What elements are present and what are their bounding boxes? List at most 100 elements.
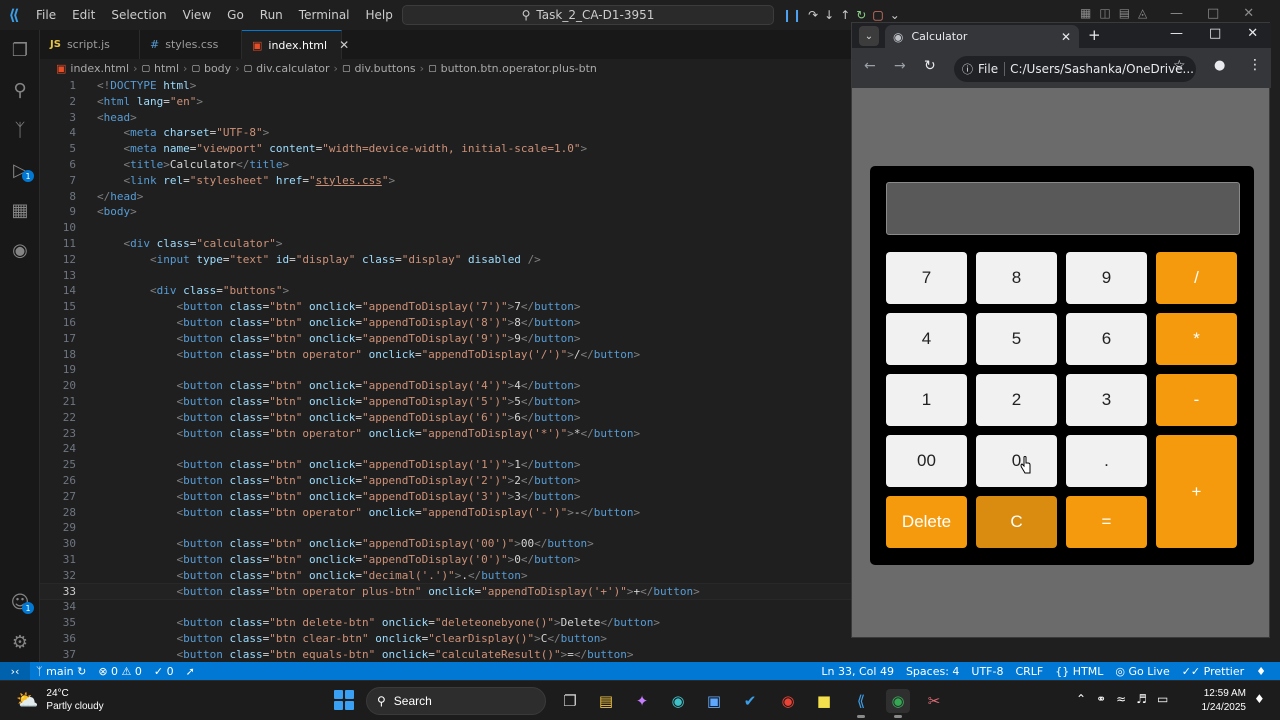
task-view-icon[interactable]: ❐ [558,689,582,713]
btn-00[interactable]: 00 [886,435,967,487]
toggle-secondary-sidebar-icon[interactable]: ◬ [1138,6,1147,20]
btn-clear[interactable]: C [976,496,1057,548]
microphone-icon[interactable]: ⚭ [1096,692,1106,706]
code-line[interactable]: 36 <button class="btn clear-btn" onclick… [40,631,852,647]
step-out-icon[interactable]: ↑ [840,8,850,22]
btn-6[interactable]: 6 [1066,313,1147,365]
code-line[interactable]: 30 <button class="btn" onclick="appendTo… [40,536,852,552]
sticky-notes-icon[interactable]: ■ [812,689,836,713]
code-line[interactable]: 22 <button class="btn" onclick="appendTo… [40,410,852,426]
taskbar-search[interactable]: ⚲ Search [366,687,546,715]
weather-widget[interactable]: ⛅ 24°C Partly cloudy [16,687,104,713]
code-editor[interactable]: 1 <!DOCTYPE html> 2 <html lang="en"> 3 <head>… [40,78,852,662]
code-line[interactable]: 9 <body> [40,204,852,220]
code-line[interactable]: 26 <button class="btn" onclick="appendTo… [40,473,852,489]
code-line[interactable]: 8 </head> [40,189,852,205]
btn-5[interactable]: 5 [976,313,1057,365]
language-mode[interactable]: {} HTML [1049,665,1109,678]
code-line[interactable]: 25 <button class="btn" onclick="appendTo… [40,457,852,473]
explorer-icon[interactable]: ❐ [0,30,40,70]
btn-8[interactable]: 8 [976,252,1057,304]
toggle-sidebar-icon[interactable]: ◫ [1099,6,1110,20]
extensions-icon[interactable]: ▦ [0,190,40,230]
todo-icon[interactable]: ✔ [738,689,762,713]
code-line[interactable]: 19 [40,362,852,378]
step-over-icon[interactable]: ↷ [808,8,818,22]
windows-start-icon[interactable] [334,690,354,710]
breadcrumb-item[interactable]: index.html [70,62,129,75]
code-line[interactable]: 27 <button class="btn" onclick="appendTo… [40,489,852,505]
code-line[interactable]: 5 <meta name="viewport" content="width=d… [40,141,852,157]
code-line[interactable]: 15 <button class="btn" onclick="appendTo… [40,299,852,315]
breadcrumb-item[interactable]: button.btn.operator.plus-btn [441,62,597,75]
code-line[interactable]: 17 <button class="btn" onclick="appendTo… [40,331,852,347]
btn-multiply[interactable]: * [1156,313,1237,365]
btn-decimal[interactable]: . [1066,435,1147,487]
breadcrumb-item[interactable]: html [154,62,179,75]
address-bar[interactable]: ⓘ File C:/Users/Sashanka/OneDrive... [954,56,1196,82]
btn-4[interactable]: 4 [886,313,967,365]
tab-index-html[interactable]: ▣ index.html ✕ [242,30,349,59]
code-line[interactable]: 2 <html lang="en"> [40,94,852,110]
code-line[interactable]: 13 [40,268,852,284]
back-arrow-icon[interactable]: ← [864,58,876,74]
remote-icon[interactable]: ›‹ [0,662,30,680]
code-line[interactable]: 7 <link rel="stylesheet" href="styles.cs… [40,173,852,189]
breadcrumb-item[interactable]: div.calculator [256,62,329,75]
menu-terminal[interactable]: Terminal [291,8,358,22]
code-line[interactable]: 21 <button class="btn" onclick="appendTo… [40,394,852,410]
code-line[interactable]: 33 <button class="btn operator plus-btn"… [40,582,852,601]
customize-layout-icon[interactable]: ▦ [1080,6,1091,20]
indentation[interactable]: Spaces: 4 [900,665,965,678]
profile-icon[interactable]: ● [1214,58,1225,73]
chevron-up-icon[interactable]: ⌃ [1076,692,1086,706]
menu-help[interactable]: Help [358,8,401,22]
run-debug-icon[interactable]: ▷ [0,150,40,190]
edge-icon[interactable]: ◉ [666,689,690,713]
bookmark-star-icon[interactable]: ☆ [1173,58,1186,74]
toggle-panel-icon[interactable]: ▤ [1119,6,1130,20]
maximize-icon[interactable]: □ [1207,6,1219,21]
code-line[interactable]: 6 <title>Calculator</title> [40,157,852,173]
btn-9[interactable]: 9 [1066,252,1147,304]
tab-styles-css[interactable]: # styles.css [140,30,242,59]
breadcrumb-item[interactable]: body [204,62,231,75]
menu-selection[interactable]: Selection [103,8,174,22]
code-line[interactable]: 12 <input type="text" id="display" class… [40,252,852,268]
account-icon[interactable]: ☺ [0,582,40,622]
chevron-down-icon[interactable]: ⌄ [890,8,900,22]
btn-0[interactable]: 0 [976,435,1057,487]
code-line[interactable]: 11 <div class="calculator"> [40,236,852,252]
code-line[interactable]: 23 <button class="btn operator" onclick=… [40,426,852,442]
btn-equals[interactable]: = [1066,496,1147,548]
close-icon[interactable]: ✕ [1243,6,1254,21]
search-icon[interactable]: ⚲ [0,70,40,110]
github-icon[interactable]: ◉ [0,230,40,270]
info-icon[interactable]: ⓘ [962,61,973,77]
copilot-icon[interactable]: ✦ [630,689,654,713]
code-line[interactable]: 31 <button class="btn" onclick="appendTo… [40,552,852,568]
battery-icon[interactable]: ▭ [1157,692,1168,706]
browser-tab-calculator[interactable]: ◉ Calculator ✕ [885,25,1079,48]
volume-icon[interactable]: ♬ [1136,692,1147,706]
ports-indicator[interactable]: ✓ 0 [148,665,180,678]
command-center[interactable]: ⚲ Task_2_CA-D1-3951 [402,5,774,25]
code-line[interactable]: 37 <button class="btn equals-btn" onclic… [40,647,852,662]
btn-plus[interactable]: + [1156,435,1237,548]
prettier-status[interactable]: ✓✓ Prettier [1176,665,1250,678]
notification-bell-icon[interactable]: ♦ [1254,692,1265,706]
go-live-button[interactable]: ◎ Go Live [1109,665,1175,678]
code-line[interactable]: 16 <button class="btn" onclick="appendTo… [40,315,852,331]
line-ending[interactable]: CRLF [1009,665,1049,678]
btn-subtract[interactable]: - [1156,374,1237,426]
reload-icon[interactable]: ↻ [924,58,936,74]
minimize-icon[interactable]: — [1170,26,1183,41]
code-line[interactable]: 32 <button class="btn" onclick="decimal(… [40,568,852,584]
chrome-active-icon[interactable]: ◉ [886,689,910,718]
code-line[interactable]: 10 [40,220,852,236]
wifi-icon[interactable]: ≈ [1116,692,1126,706]
code-line[interactable]: 35 <button class="btn delete-btn" onclic… [40,615,852,631]
breadcrumb-item[interactable]: div.buttons [354,62,415,75]
code-line[interactable]: 1 <!DOCTYPE html> [40,78,852,94]
code-line[interactable]: 4 <meta charset="UTF-8"> [40,125,852,141]
